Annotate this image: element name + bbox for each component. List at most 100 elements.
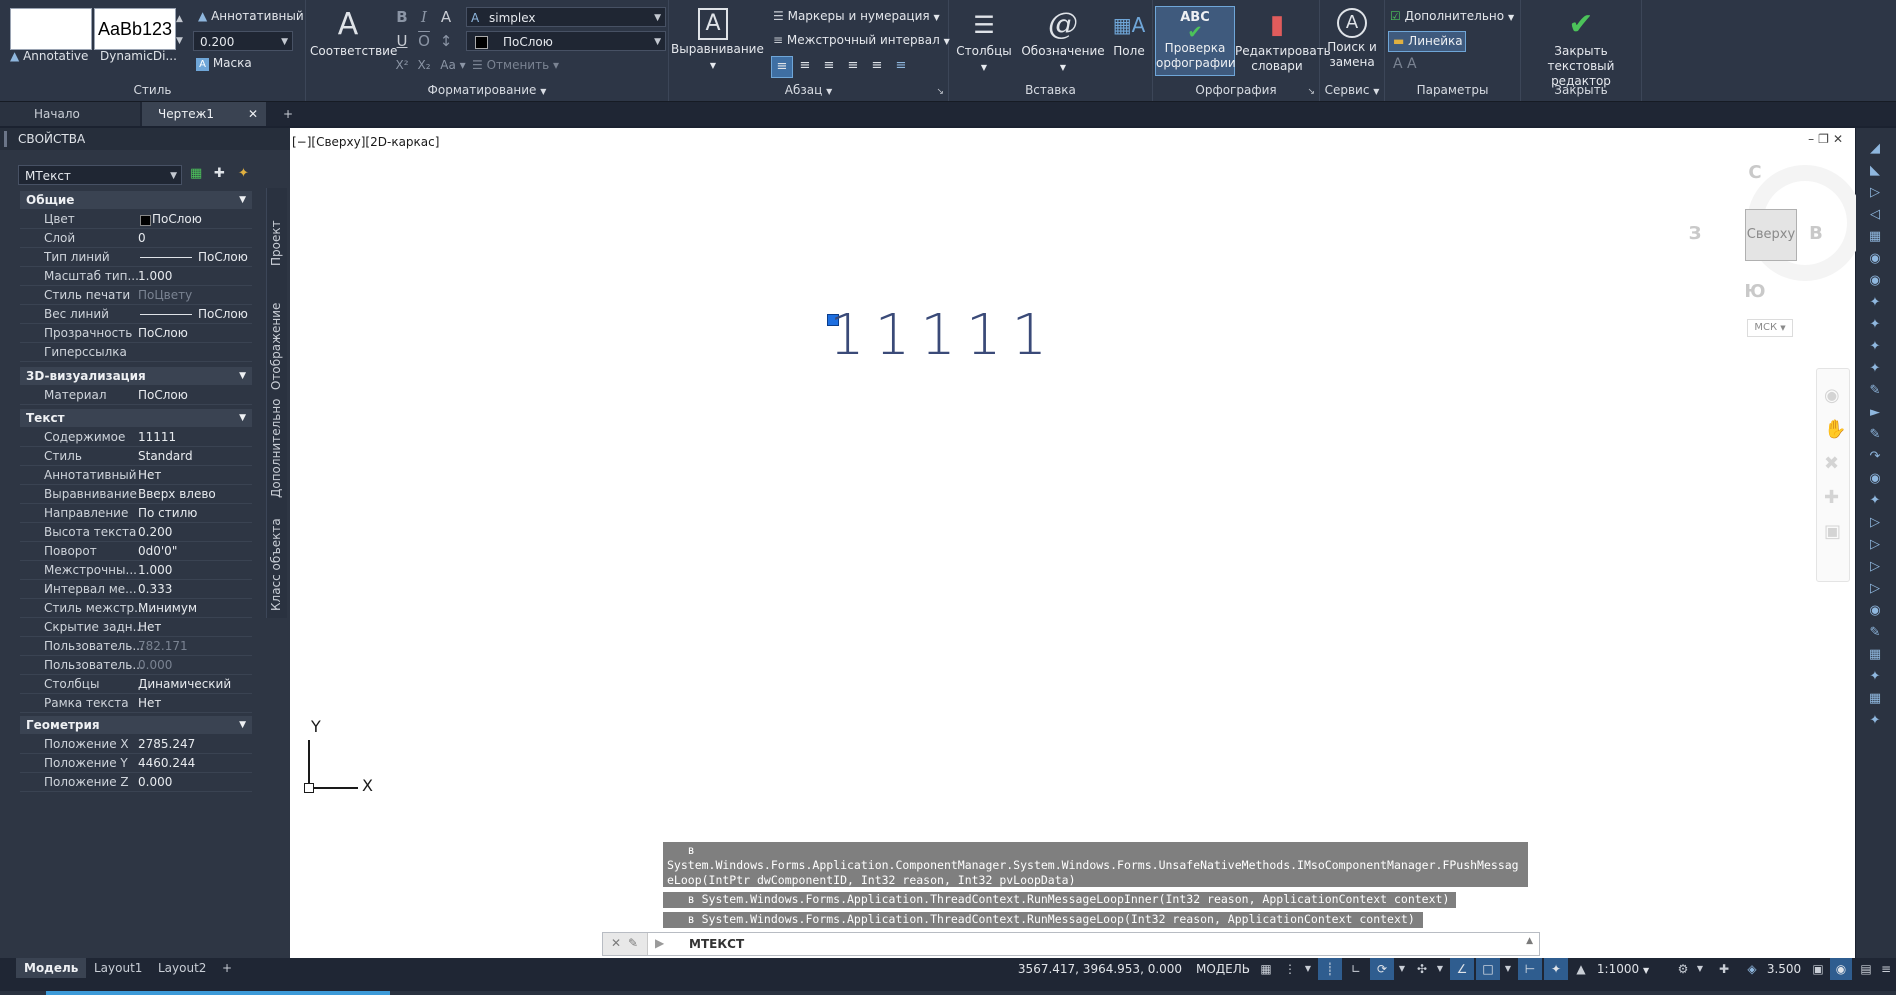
measure-icon[interactable]: ✦ (1866, 712, 1884, 730)
array-icon[interactable]: ↷ (1866, 448, 1884, 466)
property-value[interactable]: 4460.244 (136, 754, 254, 773)
select-objects-icon[interactable]: ✚ (214, 166, 225, 181)
text-height-combo[interactable]: 0.200 ▼ (193, 31, 293, 51)
property-row[interactable]: Содержимое 11111 (20, 428, 252, 447)
lineweight-value[interactable]: 3.500 (1764, 958, 1804, 980)
copy-icon[interactable]: ✦ (1866, 338, 1884, 356)
property-row[interactable]: Материал ПоСлою (20, 386, 252, 405)
columns-button[interactable]: ☰ Столбцы ▼ (953, 4, 1015, 75)
object-snap-tracking-icon[interactable]: ∠ (1450, 958, 1474, 980)
property-row[interactable]: Рамка текста Нет (20, 694, 252, 713)
snap-icon[interactable]: ✦ (1866, 294, 1884, 312)
justification-button[interactable]: A Выравнивание ▼ (671, 4, 764, 73)
globe-icon[interactable]: ◉ (1866, 272, 1884, 290)
viewcube-south[interactable]: Ю (1743, 281, 1767, 302)
superscript-icon[interactable]: X² (392, 55, 412, 75)
property-value[interactable]: ПоСлою (136, 324, 254, 343)
more-options-button[interactable]: ☑ Дополнительно ▼ (1390, 9, 1514, 23)
color-combo[interactable]: ПоСлою ▼ (466, 31, 666, 51)
spellcheck-button[interactable]: ABC ✔ Проверка орфографии (1155, 6, 1236, 76)
property-row[interactable]: Масштаб тип... 1.000 (20, 267, 252, 286)
paragraph-settings-icon[interactable]: ≡ (891, 56, 911, 76)
annotative-toggle[interactable]: ▲ Аннотативный (198, 9, 304, 23)
isodraft-icon[interactable]: ✣ (1412, 958, 1432, 980)
property-row[interactable]: Пользователь... 0.000 (20, 656, 252, 675)
property-value[interactable]: ПоСлою (196, 305, 254, 324)
undo-text-icon[interactable]: A (1393, 56, 1403, 72)
property-row[interactable]: Стиль Standard (20, 447, 252, 466)
workspace-icon[interactable]: ▣ (1808, 958, 1828, 980)
property-value[interactable]: 0 (136, 229, 254, 248)
layout-tab-layout1[interactable]: Layout1 (86, 958, 150, 978)
property-value[interactable]: ПоСлою (136, 386, 254, 405)
side-tab-extra[interactable]: Дополнительно (266, 398, 287, 503)
mask-button[interactable]: A Маска (196, 56, 252, 71)
restore-icon[interactable]: ❐ (1818, 132, 1833, 146)
property-value[interactable]: 11111 (136, 428, 254, 447)
orbit-icon[interactable]: ✚ (1824, 487, 1839, 508)
property-value[interactable]: Минимум (136, 599, 254, 618)
italic-icon[interactable]: I (414, 7, 434, 27)
property-row[interactable]: Положение Z 0.000 (20, 773, 252, 792)
property-row[interactable]: Столбцы Динамический (20, 675, 252, 694)
property-row[interactable]: Направление По стилю (20, 504, 252, 523)
object-snap-icon[interactable]: □ (1476, 958, 1500, 980)
property-row[interactable]: Положение Y 4460.244 (20, 754, 252, 773)
chevron-down-icon[interactable]: ▼ (1502, 958, 1514, 980)
line-icon[interactable]: ◢ (1866, 140, 1884, 158)
property-value[interactable]: ПоСлою (136, 210, 268, 229)
viewcube-top-face[interactable]: Сверху (1745, 209, 1797, 261)
chevron-down-icon[interactable]: ▼ (1302, 958, 1314, 980)
redo-text-icon[interactable]: A (1407, 56, 1417, 72)
text-style-annotative[interactable] (10, 8, 92, 50)
property-value[interactable]: Нет (136, 694, 254, 713)
model-space-toggle[interactable]: МОДЕЛЬ (1194, 958, 1252, 980)
plus-icon[interactable]: ✚ (1712, 958, 1736, 980)
viewcube-north[interactable]: С (1743, 162, 1767, 183)
add-layout-button[interactable]: + (214, 958, 240, 978)
property-value[interactable]: 0.200 (136, 523, 254, 542)
navigation-bar[interactable]: ◉ ✋ ✖ ✚ ▣ (1816, 368, 1850, 582)
viewcube-east[interactable]: В (1804, 223, 1828, 244)
close-icon[interactable]: ✕ (1833, 132, 1847, 146)
property-value[interactable]: 0.333 (136, 580, 254, 599)
edit-icon[interactable]: ✎ (1866, 382, 1884, 400)
property-value[interactable]: ПоСлою (196, 248, 254, 267)
quick-select-icon[interactable]: ✦ (238, 166, 249, 181)
mtext-content[interactable]: 11111 (829, 303, 1057, 368)
paragraph-group-title[interactable]: Абзац ▼ (669, 83, 948, 97)
property-value[interactable]: 1.000 (136, 267, 254, 286)
property-row[interactable]: Аннотативный Нет (20, 466, 252, 485)
property-value[interactable]: ПоЦвету (136, 286, 254, 305)
pan-icon[interactable]: ✋ (1824, 419, 1846, 440)
dialog-launcher-icon[interactable]: ↘ (1307, 87, 1315, 97)
change-case-icon[interactable]: Aa ▾ (438, 55, 468, 75)
object-type-select[interactable]: МТекст ▼ (18, 165, 182, 185)
property-value[interactable]: Динамический (136, 675, 254, 694)
annotation-scale[interactable]: 1:1000 ▼ (1594, 958, 1652, 980)
edit-dictionaries-button[interactable]: ▮ Редактировать словари (1235, 4, 1331, 74)
ucs-menu[interactable]: МСК ▼ (1747, 319, 1793, 337)
property-value[interactable]: Нет (136, 466, 254, 485)
font-combo[interactable]: Аsimplex ▼ (466, 7, 666, 27)
lineweight-icon[interactable]: ⊢ (1518, 958, 1542, 980)
hatch-icon[interactable]: ▦ (1866, 228, 1884, 246)
property-row[interactable]: Положение X 2785.247 (20, 735, 252, 754)
property-row[interactable]: Тип линий ПоСлою (20, 248, 252, 267)
move-icon[interactable]: ✦ (1866, 316, 1884, 334)
tab-start[interactable]: Начало (0, 102, 140, 126)
scroll-up-icon[interactable]: ▲ (176, 8, 188, 30)
isolate-objects-icon[interactable]: ◈ (1740, 958, 1764, 980)
justify-icon[interactable]: ≡ (843, 56, 863, 76)
property-value[interactable]: Вверх влево (136, 485, 254, 504)
property-row[interactable]: Стиль печати ПоЦвету (20, 286, 252, 305)
rotate-icon[interactable]: ✦ (1866, 360, 1884, 378)
property-row[interactable]: Стиль межстр... Минимум (20, 599, 252, 618)
fillet-icon[interactable]: ◉ (1866, 470, 1884, 488)
property-value[interactable]: Нет (136, 618, 254, 637)
close-text-editor-button[interactable]: ✔ Закрыть текстовый редактор (1521, 4, 1641, 89)
dynamic-input-icon[interactable]: ┊ (1318, 958, 1342, 980)
explode-icon[interactable]: ▦ (1866, 646, 1884, 664)
polar-tracking-icon[interactable]: ⟳ (1370, 958, 1394, 980)
steering-wheel-icon[interactable]: ◉ (1824, 385, 1840, 406)
